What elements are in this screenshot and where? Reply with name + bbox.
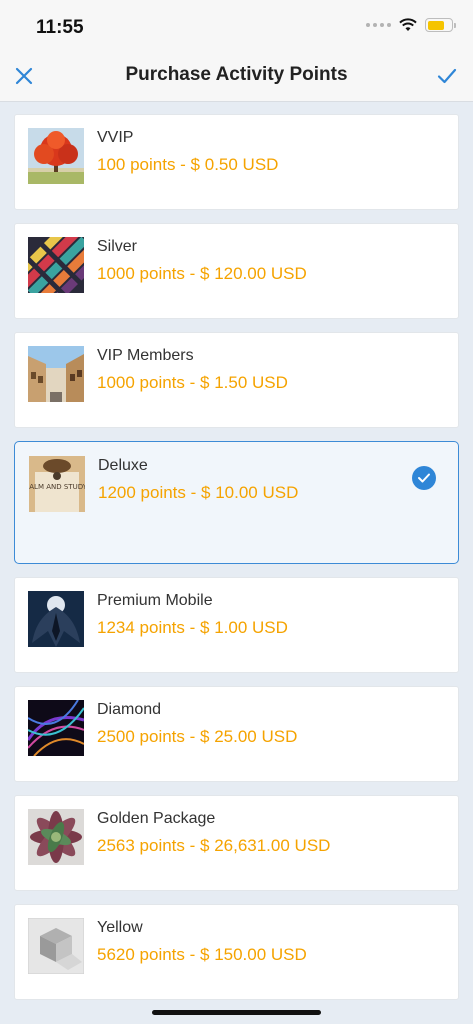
selected-check-icon xyxy=(412,466,436,490)
checkmark-icon xyxy=(437,68,457,84)
package-name: Deluxe xyxy=(98,457,148,474)
nav-bar: Purchase Activity Points xyxy=(0,50,473,102)
package-name: VVIP xyxy=(97,129,134,146)
package-price: 1000 points - $ 120.00 USD xyxy=(97,264,307,283)
package-price: 1200 points - $ 10.00 USD xyxy=(98,483,299,502)
placeholder-box-thumbnail xyxy=(28,918,84,974)
package-card-silver[interactable]: Silver 1000 points - $ 120.00 USD xyxy=(14,223,459,319)
winged-figure-thumbnail xyxy=(28,591,84,647)
neon-lines-thumbnail xyxy=(28,700,84,756)
package-card-yellow[interactable]: Yellow 5620 points - $ 150.00 USD xyxy=(14,904,459,1000)
package-card-diamond[interactable]: Diamond 2500 points - $ 25.00 USD xyxy=(14,686,459,782)
status-icons xyxy=(366,18,456,32)
thumb-text: KEEP CALM AND STUDY HARD xyxy=(29,483,85,491)
street-thumbnail xyxy=(28,346,84,402)
package-name: VIP Members xyxy=(97,347,194,364)
tiles-thumbnail xyxy=(28,237,84,293)
package-name: Golden Package xyxy=(97,810,216,827)
package-name: Yellow xyxy=(97,919,143,936)
package-name: Premium Mobile xyxy=(97,592,213,609)
package-list: VVIP 100 points - $ 0.50 USD Silver 1000… xyxy=(14,114,459,1013)
package-price: 2563 points - $ 26,631.00 USD xyxy=(97,836,331,855)
tree-thumbnail xyxy=(28,128,84,184)
package-name: Diamond xyxy=(97,701,162,718)
wifi-icon xyxy=(399,18,417,31)
signal-icon xyxy=(366,23,391,27)
status-bar: 11:55 xyxy=(0,0,473,50)
keep-calm-thumbnail: KEEP CALM AND STUDY HARD xyxy=(29,456,85,512)
package-price: 1234 points - $ 1.00 USD xyxy=(97,618,288,637)
package-card-deluxe[interactable]: KEEP CALM AND STUDY HARD Deluxe 1200 poi… xyxy=(14,441,459,564)
package-card-vvip[interactable]: VVIP 100 points - $ 0.50 USD xyxy=(14,114,459,210)
package-price: 100 points - $ 0.50 USD xyxy=(97,155,279,174)
package-card-golden-package[interactable]: Golden Package 2563 points - $ 26,631.00… xyxy=(14,795,459,891)
package-price: 1000 points - $ 1.50 USD xyxy=(97,373,288,392)
status-time: 11:55 xyxy=(36,17,84,38)
succulent-thumbnail xyxy=(28,809,84,865)
package-name: Silver xyxy=(97,238,138,255)
battery-icon xyxy=(425,18,456,32)
page-title: Purchase Activity Points xyxy=(125,64,348,85)
done-button[interactable] xyxy=(433,62,461,90)
home-indicator[interactable] xyxy=(152,1010,321,1015)
package-price: 2500 points - $ 25.00 USD xyxy=(97,727,298,746)
package-price: 5620 points - $ 150.00 USD xyxy=(97,945,307,964)
package-card-premium-mobile[interactable]: Premium Mobile 1234 points - $ 1.00 USD xyxy=(14,577,459,673)
package-card-vip-members[interactable]: VIP Members 1000 points - $ 1.50 USD xyxy=(14,332,459,428)
